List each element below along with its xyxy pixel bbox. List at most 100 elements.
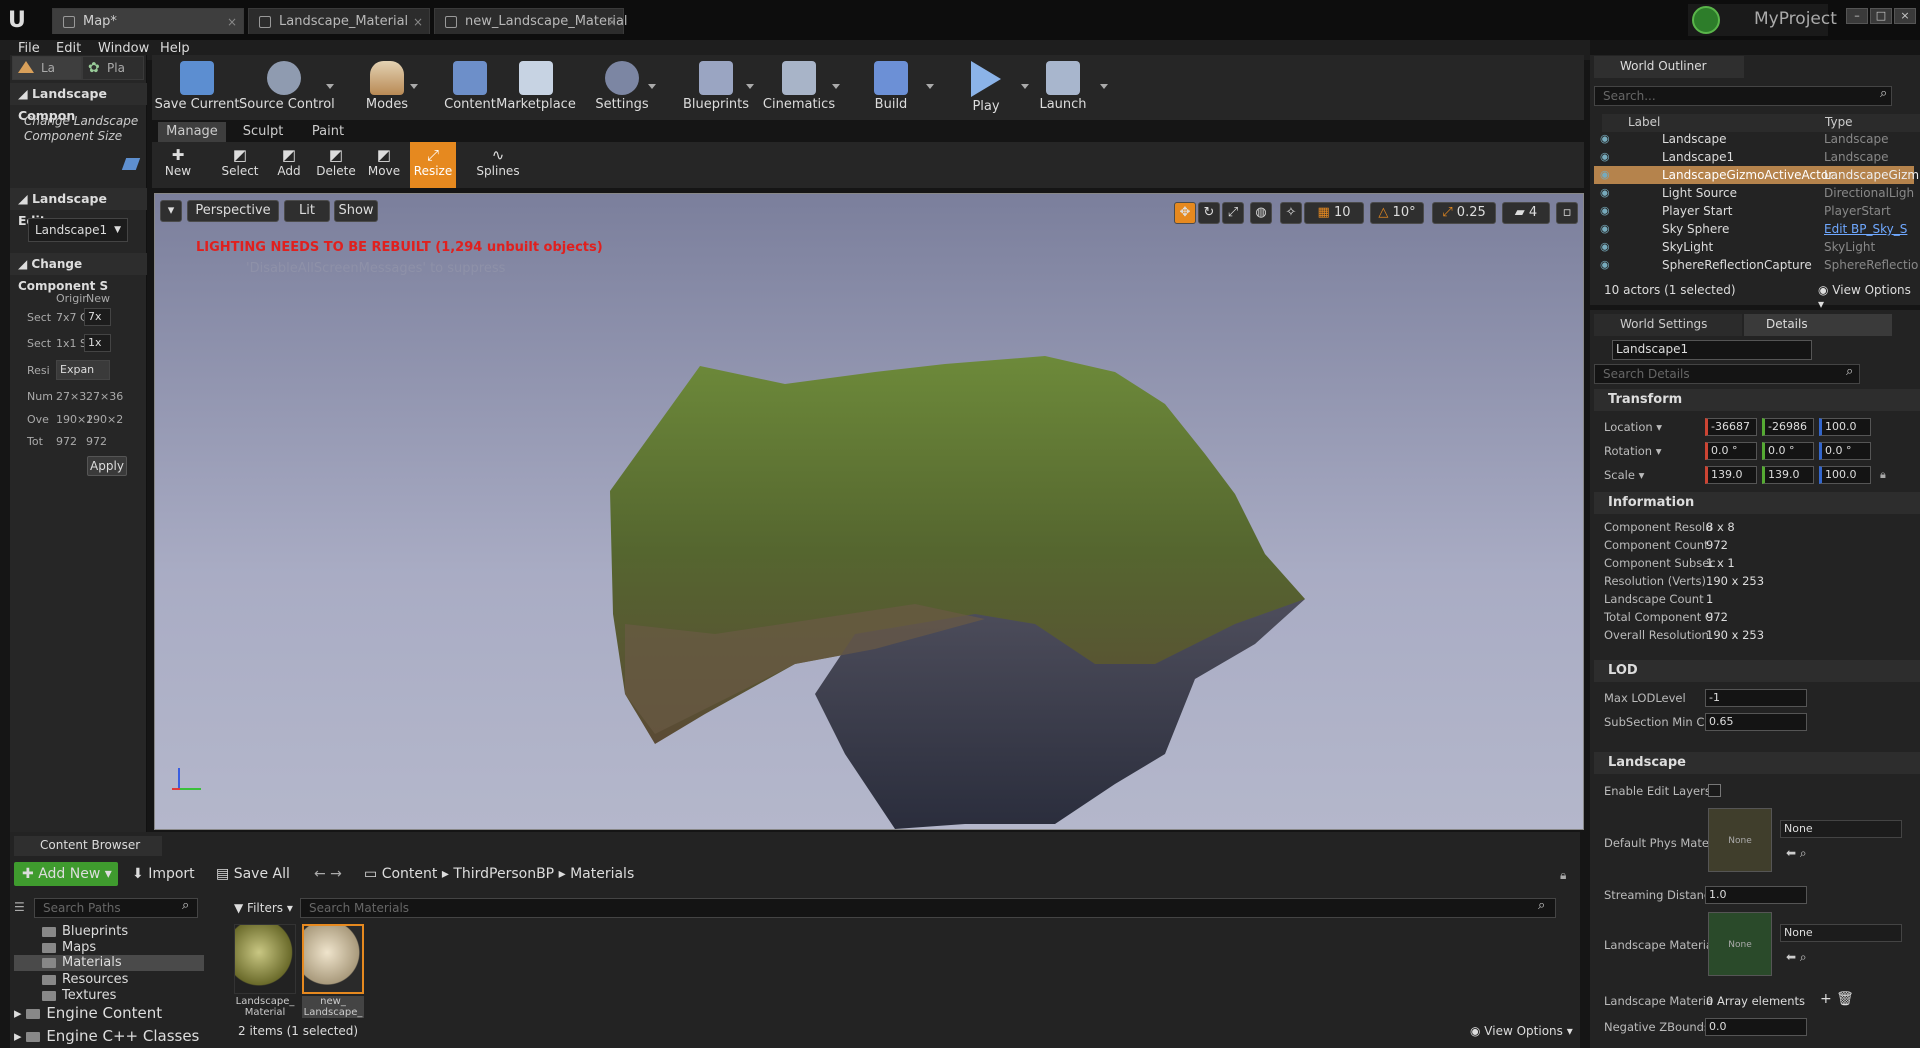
menu-edit[interactable]: Edit xyxy=(56,41,81,56)
level-viewport[interactable] xyxy=(154,193,1584,830)
settings-dropdown[interactable] xyxy=(648,84,656,89)
location-label[interactable]: Location ▾ xyxy=(1604,420,1662,434)
tab-manage[interactable]: Manage xyxy=(158,122,226,142)
minimize-button[interactable]: – xyxy=(1846,8,1868,24)
outliner-row[interactable]: ◉ Light Source DirectionalLigh xyxy=(1594,184,1914,202)
actor-name-input[interactable]: Landscape1 xyxy=(1612,340,1812,360)
tree-item-textures[interactable]: Textures xyxy=(42,988,116,1003)
build-dropdown[interactable] xyxy=(926,84,934,89)
cinematics-button[interactable]: Cinematics xyxy=(754,57,844,117)
source-control-dropdown[interactable] xyxy=(326,84,334,89)
details-tab[interactable]: Details xyxy=(1744,314,1892,336)
tab-map[interactable]: Map* × xyxy=(52,8,244,34)
phys-material-thumbnail[interactable]: None xyxy=(1708,808,1772,872)
outliner-row[interactable]: ◉ SphereReflectionCapture SphereReflectio xyxy=(1594,256,1918,274)
location-z-input[interactable]: 100.0 xyxy=(1819,418,1871,436)
outliner-row[interactable]: ◉ Landscape1 Landscape xyxy=(1594,148,1914,166)
tree-item-engine-content[interactable]: ▸ Engine Content xyxy=(14,1004,162,1022)
location-x-input[interactable]: -36687 xyxy=(1705,418,1757,436)
maximize-button[interactable]: □ xyxy=(1870,8,1892,24)
rotation-label[interactable]: Rotation ▾ xyxy=(1604,444,1662,458)
rotation-x-input[interactable]: 0.0 ° xyxy=(1705,442,1757,460)
close-window-button[interactable]: × xyxy=(1894,8,1916,24)
row-type[interactable]: Edit BP_Sky_S xyxy=(1824,222,1907,236)
rotation-snap-button[interactable]: △ 10° xyxy=(1370,202,1424,224)
view-options-button[interactable]: ◉ View Options ▾ xyxy=(1818,283,1920,311)
translate-icon[interactable]: ✥ xyxy=(1174,202,1196,224)
outliner-search-input[interactable]: Search... xyxy=(1594,86,1892,106)
column-type[interactable]: Type xyxy=(1825,115,1853,129)
select-tool-button[interactable]: ◩ Select xyxy=(217,142,263,188)
tree-item-blueprints[interactable]: Blueprints xyxy=(42,924,128,939)
outliner-row[interactable]: ◉ SkyLight SkyLight xyxy=(1594,238,1914,256)
sources-toggle-icon[interactable]: ☰ xyxy=(14,900,30,916)
world-settings-tab[interactable]: World Settings xyxy=(1594,314,1742,336)
negative-zbounds-input[interactable]: 0.0 xyxy=(1705,1018,1807,1036)
section-landscape-editor[interactable]: ◢ Landscape Editor xyxy=(10,188,147,228)
add-element-icon[interactable]: + 🗑︎ xyxy=(1820,991,1854,1007)
perspective-button[interactable]: Perspective xyxy=(187,200,279,222)
save-all-button[interactable]: ▤ Save All xyxy=(216,862,290,886)
section-transform[interactable]: Transform xyxy=(1594,389,1920,411)
section-size-select[interactable]: 7x xyxy=(84,308,111,326)
location-y-input[interactable]: -26986 xyxy=(1762,418,1814,436)
visibility-icon[interactable]: ◉ xyxy=(1600,204,1610,217)
scale-label[interactable]: Scale ▾ xyxy=(1604,468,1644,482)
tree-item-maps[interactable]: Maps xyxy=(42,940,96,955)
visibility-icon[interactable]: ◉ xyxy=(1600,240,1610,253)
section-change-component-size[interactable]: ◢ Change Component S xyxy=(10,253,147,293)
show-button[interactable]: Show xyxy=(334,200,378,222)
save-current-button[interactable]: Save Current xyxy=(152,57,242,117)
menu-window[interactable]: Window xyxy=(98,41,149,56)
details-search-input[interactable]: Search Details xyxy=(1594,364,1860,384)
close-icon[interactable]: × xyxy=(227,9,237,35)
scale-icon[interactable]: ⤢ xyxy=(1222,202,1244,224)
tab-paint[interactable]: Paint xyxy=(300,122,356,142)
resize-tool-button[interactable]: ⤢ Resize xyxy=(410,142,456,188)
use-selected-arrow-icon[interactable]: ⬅ ⌕ xyxy=(1786,846,1807,861)
search-paths-input[interactable]: Search Paths xyxy=(34,898,198,918)
launch-dropdown[interactable] xyxy=(1100,84,1108,89)
rotation-z-input[interactable]: 0.0 ° xyxy=(1819,442,1871,460)
breadcrumb-item[interactable]: Content xyxy=(382,866,438,882)
tree-item-materials[interactable]: Materials xyxy=(14,955,204,971)
sections-per-component-select[interactable]: 1x xyxy=(84,334,111,352)
enable-edit-layers-checkbox[interactable] xyxy=(1708,784,1721,797)
scale-x-input[interactable]: 139.0 xyxy=(1705,466,1757,484)
tab-new-landscape-material[interactable]: new_Landscape_Material × xyxy=(434,8,628,35)
splines-tool-button[interactable]: ∿ Splines xyxy=(472,142,524,188)
section-landscape[interactable]: Landscape xyxy=(1594,752,1920,774)
content-browser-tab[interactable]: Content Browser xyxy=(14,836,162,856)
section-lod[interactable]: LOD xyxy=(1594,660,1920,682)
landscape-select[interactable]: Landscape1 ▼ xyxy=(28,218,128,242)
visibility-icon[interactable]: ◉ xyxy=(1600,168,1610,181)
lock-icon[interactable]: 🔒︎ xyxy=(1880,468,1886,482)
back-forward-icon[interactable]: ← → xyxy=(314,862,342,886)
move-tool-button[interactable]: ◩ Move xyxy=(361,142,407,188)
resize-mode-select[interactable]: Expan xyxy=(56,360,110,380)
outliner-row-selected[interactable]: ◉ LandscapeGizmoActiveActor LandscapeGizm xyxy=(1594,166,1919,184)
blueprints-dropdown[interactable] xyxy=(746,84,754,89)
close-icon[interactable]: × xyxy=(607,9,617,35)
column-label[interactable]: Label xyxy=(1628,115,1660,129)
max-lod-input[interactable]: -1 xyxy=(1705,689,1807,707)
tab-sculpt[interactable]: Sculpt xyxy=(230,122,296,142)
close-icon[interactable]: × xyxy=(413,9,423,35)
breadcrumb-item[interactable]: ThirdPersonBP xyxy=(453,866,554,882)
delete-tool-button[interactable]: ◩ Delete xyxy=(313,142,359,188)
apply-button[interactable]: Apply xyxy=(87,456,127,476)
build-button[interactable]: Build xyxy=(846,57,936,117)
rotate-icon[interactable]: ↻ xyxy=(1198,202,1220,224)
outliner-row[interactable]: ◉ Sky Sphere Edit BP_Sky_S xyxy=(1594,220,1914,238)
breadcrumb-item[interactable]: Materials xyxy=(570,866,634,882)
grid-snap-button[interactable]: ▦ 10 xyxy=(1304,202,1364,224)
menu-help[interactable]: Help xyxy=(160,41,190,56)
add-tool-button[interactable]: ◩ Add xyxy=(266,142,312,188)
section-information[interactable]: Information xyxy=(1594,492,1920,514)
landscape-material-select[interactable]: None xyxy=(1780,924,1902,942)
visibility-icon[interactable]: ◉ xyxy=(1600,258,1610,271)
asset-thumbnail-new-landscape-material[interactable] xyxy=(302,924,364,994)
camera-speed-button[interactable]: ▰ 4 xyxy=(1502,202,1550,224)
tab-landscape-material[interactable]: Landscape_Material × xyxy=(248,8,430,34)
lock-icon[interactable]: 🔒︎ xyxy=(1560,868,1566,883)
